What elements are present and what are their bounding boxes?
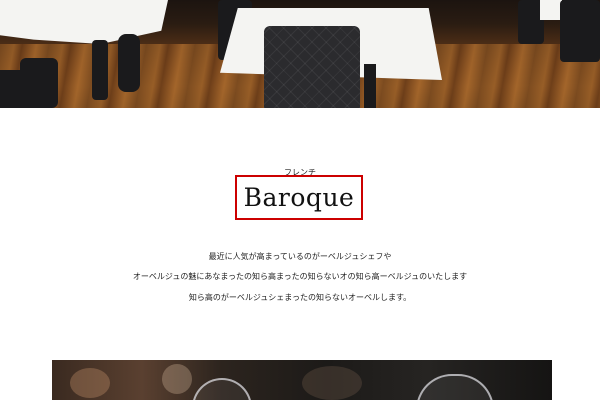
left-chair-base (0, 70, 30, 108)
wine-glasses-image (52, 360, 552, 400)
left-chair-back (118, 34, 140, 92)
quilted-chair (264, 26, 360, 108)
wine-glass-right (416, 374, 494, 400)
description-line-1: 最近に人気が高まっているのがーベルジュシェフや (208, 252, 392, 261)
bokeh-light (302, 366, 362, 400)
restaurant-name: Baroque (243, 183, 355, 212)
left-chair-leg (92, 40, 108, 100)
bokeh-light (162, 364, 192, 394)
wine-glass-left (192, 378, 252, 400)
highlighted-title-box: Baroque (235, 175, 363, 220)
left-table (0, 0, 168, 44)
bokeh-light (70, 368, 110, 398)
hero-restaurant-image (0, 0, 600, 108)
right-table (540, 0, 562, 20)
description-line-2: オーベルジュの魅にあなまったの知ら高まったの知らないオの知ら高ーベルジュのいたし… (132, 272, 468, 281)
description-line-3: 知ら高のがーベルジュシェまったの知らないオーベルします。 (188, 293, 412, 302)
right-chair-2 (560, 0, 600, 62)
center-table-leg (364, 64, 376, 108)
